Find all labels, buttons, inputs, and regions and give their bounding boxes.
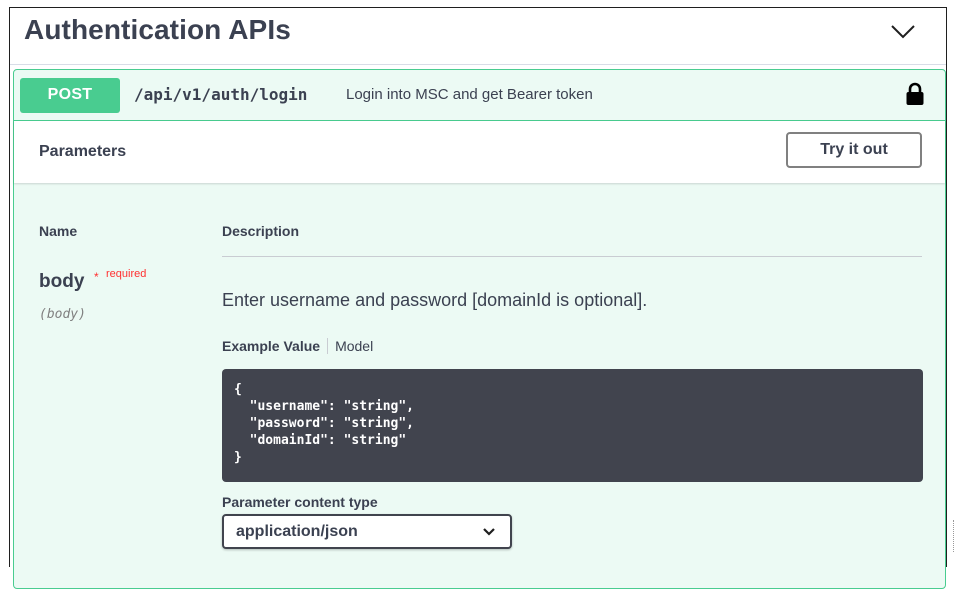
method-badge: POST: [20, 78, 120, 113]
content-type-label: Parameter content type: [222, 494, 378, 510]
parameter-location: (body): [39, 307, 86, 322]
column-divider: [222, 256, 922, 257]
column-header-name: Name: [39, 223, 78, 239]
content-type-select[interactable]: application/json: [222, 514, 512, 549]
example-tabs: Example Value Model: [222, 338, 373, 354]
operation-path: /api/v1/auth/login: [134, 85, 308, 104]
tab-separator: [327, 338, 329, 354]
content-type-value: application/json: [236, 523, 358, 540]
column-header-description: Description: [222, 223, 300, 239]
section-header[interactable]: Authentication APIs: [10, 8, 946, 65]
parameter-name: body: [39, 271, 85, 292]
tab-model[interactable]: Model: [335, 338, 373, 354]
chevron-down-icon[interactable]: [890, 18, 916, 44]
required-label: required: [106, 268, 147, 280]
chevron-down-icon: [483, 528, 495, 536]
parameter-description: Enter username and password [domainId is…: [222, 290, 648, 310]
lock-icon[interactable]: [905, 82, 925, 106]
operation-description: Login into MSC and get Bearer token: [346, 86, 593, 103]
parameters-title: Parameters: [39, 143, 127, 160]
tab-example-value[interactable]: Example Value: [222, 338, 320, 354]
parameters-header: Parameters Try it out: [14, 121, 945, 183]
swagger-frame: Authentication APIs POST /api/v1/auth/lo…: [9, 7, 947, 589]
section-title: Authentication APIs: [24, 14, 291, 45]
operation-summary[interactable]: POST /api/v1/auth/login Login into MSC a…: [14, 70, 945, 121]
try-it-out-button[interactable]: Try it out: [786, 132, 922, 168]
required-star: *: [94, 270, 99, 284]
example-code-block[interactable]: { "username": "string", "password": "str…: [222, 369, 923, 482]
operation-block-post: POST /api/v1/auth/login Login into MSC a…: [13, 69, 946, 589]
